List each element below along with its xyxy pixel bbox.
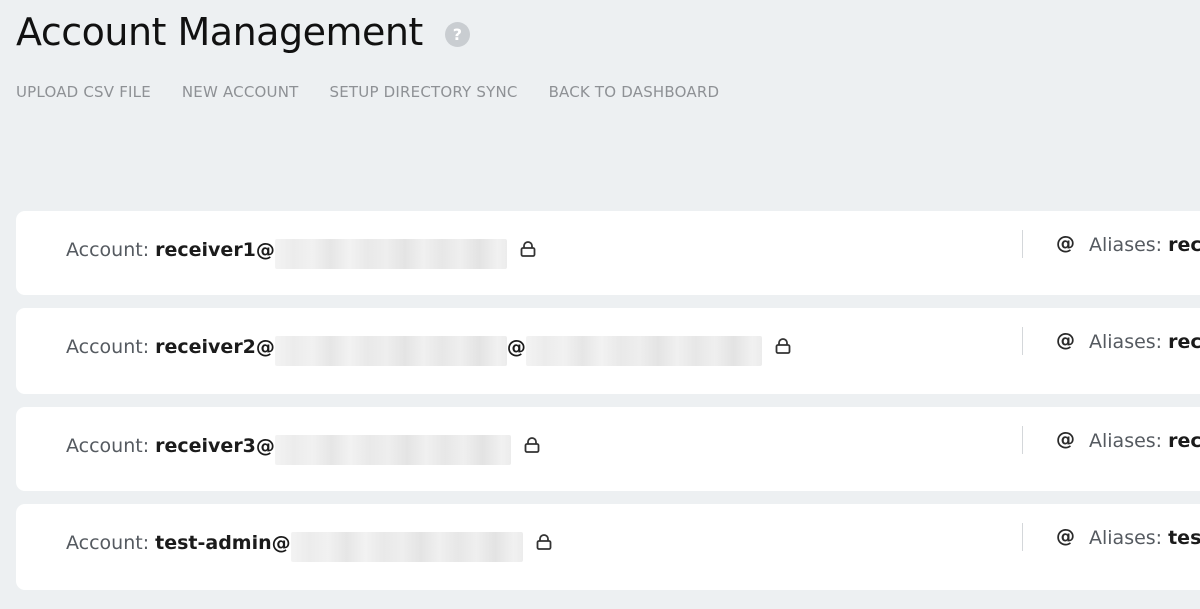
lock-icon[interactable] bbox=[519, 240, 537, 258]
at-icon: @ bbox=[1056, 232, 1075, 254]
alias-block: @ Aliases: rec bbox=[1056, 427, 1200, 455]
alias-block: @ Aliases: test bbox=[1056, 524, 1200, 552]
help-icon[interactable]: ? bbox=[444, 21, 470, 47]
account-card[interactable]: Account: receiver2@ @ @ Aliases: rec bbox=[16, 308, 1200, 394]
redacted-domain bbox=[274, 239, 507, 269]
alias-block: @ Aliases: rec bbox=[1056, 231, 1200, 259]
at-icon: @ bbox=[1056, 525, 1075, 547]
divider bbox=[1022, 523, 1023, 551]
alias-value[interactable]: rec bbox=[1168, 427, 1200, 455]
account-line: Account: receiver2@ @ bbox=[66, 328, 792, 366]
lock-icon[interactable] bbox=[535, 533, 553, 551]
lock-icon[interactable] bbox=[523, 436, 541, 454]
alias-value[interactable]: test bbox=[1168, 524, 1200, 552]
setup-directory-sync-button[interactable]: SETUP DIRECTORY SYNC bbox=[330, 81, 518, 103]
redacted-domain bbox=[274, 336, 507, 366]
account-email[interactable]: receiver3@ bbox=[155, 432, 275, 460]
new-account-button[interactable]: NEW ACCOUNT bbox=[182, 81, 299, 103]
account-email[interactable]: receiver1@ bbox=[155, 236, 275, 264]
redacted-domain bbox=[525, 336, 762, 366]
account-label: Account: bbox=[66, 239, 150, 261]
account-list: Account: receiver1@ @ Aliases: rec Accou… bbox=[16, 211, 1200, 603]
account-line: Account: receiver1@ bbox=[66, 231, 537, 269]
account-card[interactable]: Account: receiver1@ @ Aliases: rec bbox=[16, 211, 1200, 295]
aliases-label: Aliases: bbox=[1089, 234, 1163, 256]
aliases-label: Aliases: bbox=[1089, 527, 1163, 549]
back-to-dashboard-button[interactable]: BACK TO DASHBOARD bbox=[549, 81, 720, 103]
lock-icon[interactable] bbox=[774, 337, 792, 355]
aliases-label: Aliases: bbox=[1089, 331, 1163, 353]
aliases-label: Aliases: bbox=[1089, 430, 1163, 452]
at-icon: @ bbox=[1056, 329, 1075, 351]
account-email[interactable]: test-admin@ bbox=[155, 529, 291, 557]
upload-csv-button[interactable]: UPLOAD CSV FILE bbox=[16, 81, 151, 103]
redacted-domain bbox=[290, 532, 523, 562]
redacted-domain bbox=[274, 435, 511, 465]
account-card[interactable]: Account: receiver3@ @ Aliases: rec bbox=[16, 407, 1200, 491]
account-label: Account: bbox=[66, 532, 150, 554]
page-title: Account Management bbox=[16, 10, 423, 54]
alias-value[interactable]: rec bbox=[1168, 231, 1200, 259]
divider bbox=[1022, 327, 1023, 355]
toolbar: UPLOAD CSV FILE NEW ACCOUNT SETUP DIRECT… bbox=[16, 81, 719, 103]
at-icon: @ bbox=[1056, 428, 1075, 450]
at-separator: @ bbox=[506, 336, 526, 358]
account-label: Account: bbox=[66, 336, 150, 358]
account-label: Account: bbox=[66, 435, 150, 457]
page-header: Account Management ? bbox=[16, 8, 470, 56]
alias-value[interactable]: rec bbox=[1168, 328, 1200, 356]
account-line: Account: test-admin@ bbox=[66, 524, 553, 562]
account-email[interactable]: receiver2@ bbox=[155, 333, 275, 361]
divider bbox=[1022, 426, 1023, 454]
alias-block: @ Aliases: rec bbox=[1056, 328, 1200, 356]
account-card[interactable]: Account: test-admin@ @ Aliases: test bbox=[16, 504, 1200, 590]
account-line: Account: receiver3@ bbox=[66, 427, 541, 465]
divider bbox=[1022, 230, 1023, 258]
